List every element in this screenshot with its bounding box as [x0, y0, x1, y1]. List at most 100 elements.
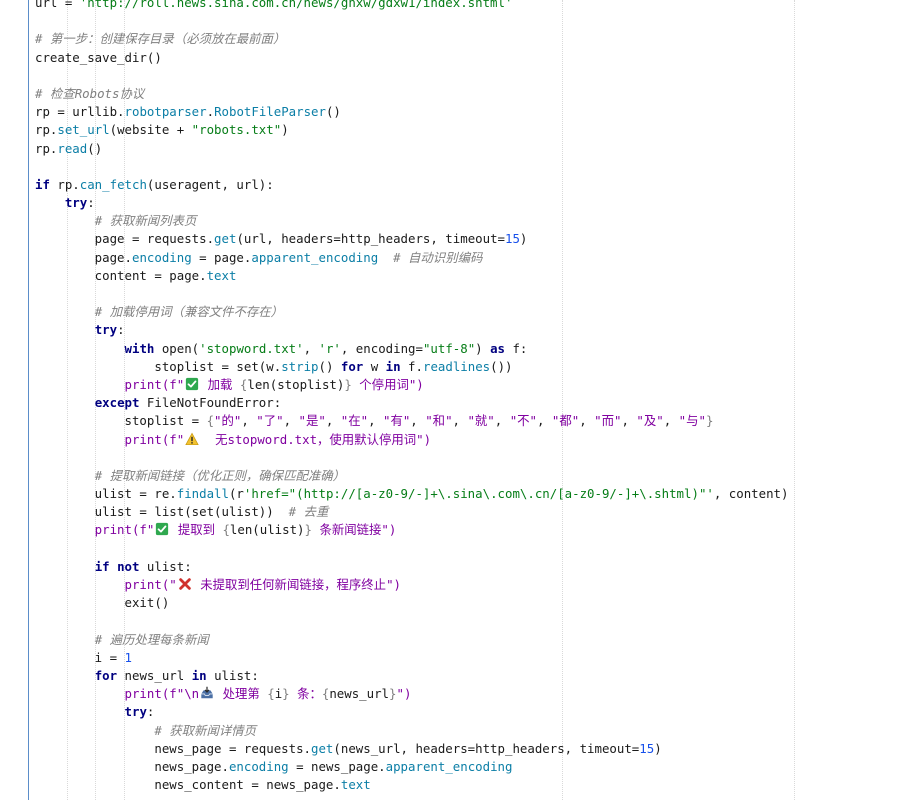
- code-token: (): [325, 104, 341, 120]
- code-token: news_content = news_page.: [35, 777, 341, 793]
- code-line[interactable]: # 获取新闻详情页: [35, 722, 916, 740]
- code-token: print(": [35, 577, 177, 592]
- code-line[interactable]: create_save_dir(): [35, 49, 916, 67]
- code-token: }: [344, 376, 352, 392]
- code-line[interactable]: page.encoding = page.apparent_encoding #…: [35, 249, 916, 267]
- code-token: (website +: [109, 122, 192, 138]
- code-token: "而": [594, 413, 622, 429]
- code-token: readlines: [422, 358, 491, 374]
- code-token: except: [94, 395, 140, 411]
- code-token: :: [87, 195, 95, 211]
- code-token: url =: [35, 0, 80, 10]
- code-token: # 获取新闻列表页: [94, 213, 197, 229]
- code-token: ulist = re.: [35, 486, 177, 502]
- code-line[interactable]: news_content = news_page.text: [35, 776, 916, 794]
- code-token: 15: [505, 231, 520, 247]
- code-line[interactable]: # 检查Robots协议: [35, 85, 916, 103]
- code-line[interactable]: rp.read(): [35, 140, 916, 158]
- code-line[interactable]: [35, 540, 916, 558]
- code-line[interactable]: ulist = list(set(ulist)) # 去重: [35, 503, 916, 521]
- code-token: , content): [713, 486, 789, 502]
- code-token: try: [124, 704, 147, 720]
- code-line[interactable]: [35, 612, 916, 630]
- code-token: for: [94, 667, 118, 683]
- code-token: FileNotFoundError:: [139, 395, 282, 411]
- inbox-tray-icon: [199, 686, 215, 700]
- code-line[interactable]: with open('stopword.txt', 'r', encoding=…: [35, 340, 916, 358]
- code-editor[interactable]: url = 'http://roll.news.sina.com.cn/news…: [0, 0, 916, 800]
- code-line[interactable]: news_page = requests.get(news_url, heade…: [35, 740, 916, 758]
- code-line[interactable]: rp = urllib.robotparser.RobotFileParser(…: [35, 103, 916, 121]
- check-mark-icon: [154, 522, 170, 536]
- code-token: read: [57, 140, 88, 156]
- code-token: RobotFileParser: [214, 104, 326, 120]
- code-line[interactable]: news_page.encoding = news_page.apparent_…: [35, 758, 916, 776]
- code-token: (url, headers=http_headers, timeout=: [236, 231, 505, 247]
- code-token: "是": [298, 413, 326, 429]
- code-token: news_page = requests.: [35, 740, 312, 756]
- code-token: 无stopword.txt，使用默认停用词"): [200, 431, 432, 447]
- code-line[interactable]: try:: [35, 703, 916, 721]
- code-token: apparent_encoding: [385, 758, 513, 774]
- code-token: text: [340, 777, 371, 793]
- code-line[interactable]: ulist = re.findall(r'href="(http://[a-z0…: [35, 485, 916, 503]
- code-line[interactable]: # 获取新闻列表页: [35, 212, 916, 230]
- code-token: "robots.txt": [191, 122, 282, 138]
- code-line[interactable]: if rp.can_fetch(useragent, url):: [35, 176, 916, 194]
- code-token: "): [396, 686, 412, 702]
- code-line[interactable]: stoplist = set(w.strip() for w in f.read…: [35, 358, 916, 376]
- code-line[interactable]: # 提取新闻链接（优化正则，确保匹配准确）: [35, 467, 916, 485]
- code-line[interactable]: i = 1: [35, 649, 916, 667]
- code-line[interactable]: [35, 67, 916, 85]
- code-token: news_page.: [35, 758, 229, 774]
- code-line[interactable]: except FileNotFoundError:: [35, 394, 916, 412]
- code-text[interactable]: url = 'http://roll.news.sina.com.cn/news…: [35, 0, 916, 794]
- code-token: with: [124, 340, 155, 356]
- code-line[interactable]: exit(): [35, 594, 916, 612]
- code-token: 'http://roll.news.sina.com.cn/news/gnxw/…: [79, 0, 513, 10]
- code-line[interactable]: # 第一步：创建保存目录（必须放在最前面）: [35, 30, 916, 48]
- code-line[interactable]: print(f" 提取到 {len(ulist)} 条新闻链接"): [35, 521, 916, 539]
- code-line[interactable]: # 遍历处理每条新闻: [35, 631, 916, 649]
- code-line[interactable]: try:: [35, 321, 916, 339]
- code-token: 提取到: [170, 522, 223, 538]
- code-line[interactable]: page = requests.get(url, headers=http_he…: [35, 230, 916, 248]
- code-line[interactable]: # 加载停用词（兼容文件不存在）: [35, 303, 916, 321]
- code-token: ,: [663, 413, 679, 429]
- code-token: "及": [636, 413, 664, 429]
- code-token: 加载: [200, 376, 240, 392]
- code-line[interactable]: url = 'http://roll.news.sina.com.cn/news…: [35, 0, 916, 12]
- code-line[interactable]: try:: [35, 194, 916, 212]
- code-token: (news_url, headers=http_headers, timeout…: [333, 740, 640, 756]
- code-token: "utf-8": [422, 340, 476, 356]
- code-token: 1: [124, 649, 132, 665]
- code-token: ): [519, 231, 528, 247]
- code-token: = news_page.: [288, 758, 386, 774]
- code-line[interactable]: if not ulist:: [35, 558, 916, 576]
- code-line[interactable]: print(f" 无stopword.txt，使用默认停用词"): [35, 431, 916, 449]
- code-line[interactable]: rp.set_url(website + "robots.txt"): [35, 121, 916, 139]
- code-token: stoplist =: [35, 413, 207, 429]
- code-line[interactable]: for news_url in ulist:: [35, 667, 916, 685]
- code-token: set_url: [57, 122, 110, 138]
- code-token: "都": [551, 413, 580, 429]
- code-line[interactable]: print(" 未提取到任何新闻链接，程序终止"): [35, 576, 916, 594]
- code-line[interactable]: [35, 449, 916, 467]
- code-line[interactable]: [35, 158, 916, 176]
- code-token: (r: [228, 486, 244, 502]
- code-token: ,: [283, 413, 299, 429]
- code-line[interactable]: stoplist = {"的", "了", "是", "在", "有", "和"…: [35, 412, 916, 430]
- code-line[interactable]: content = page.text: [35, 267, 916, 285]
- code-token: exit(): [35, 595, 170, 611]
- code-token: print(f": [35, 522, 155, 538]
- code-token: "不": [509, 413, 537, 429]
- code-token: len(stoplist): [247, 376, 345, 392]
- code-line[interactable]: print(f"\n 处理第 {i} 条：{news_url}"): [35, 685, 916, 703]
- code-line[interactable]: [35, 285, 916, 303]
- code-token: ): [475, 340, 491, 356]
- code-line[interactable]: print(f" 加载 {len(stoplist)} 个停用词"): [35, 376, 916, 394]
- code-token: try: [64, 195, 88, 211]
- code-line[interactable]: [35, 12, 916, 30]
- code-token: 条新闻链接"): [312, 522, 397, 538]
